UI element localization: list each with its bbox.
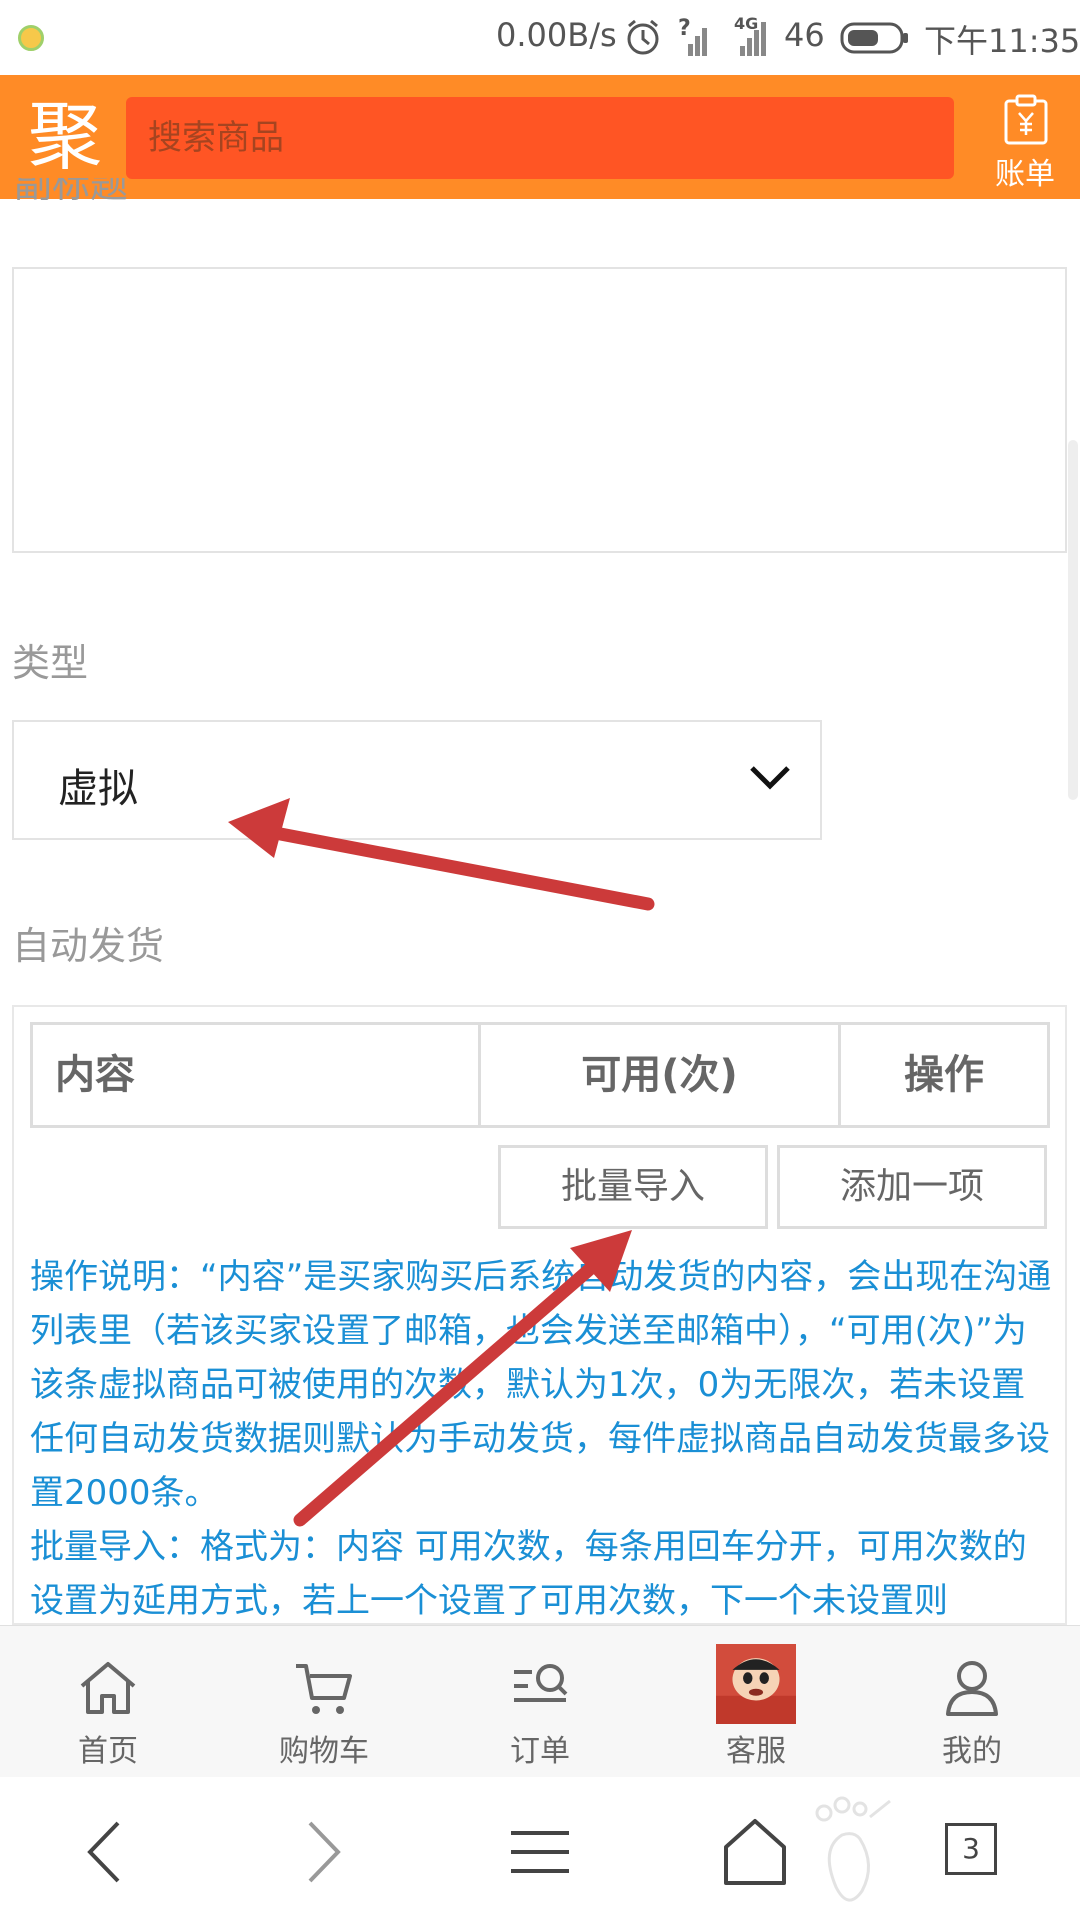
instructions-paragraph: 批量导入：格式为：内容 可用次数，每条用回车分开，可用次数的设置为延用方式，若上… — [30, 1527, 1027, 1621]
alarm-icon — [627, 19, 659, 55]
status-bar: 0.00B/s ? 4G 46 下午11:35 — [0, 0, 1080, 75]
cell-signal-icon: 4G — [734, 14, 766, 56]
tab-orders-label: 订单 — [510, 1734, 570, 1769]
home-nav-icon[interactable] — [710, 1807, 800, 1897]
type-select[interactable]: 虚拟 — [12, 720, 822, 840]
app-logo[interactable]: 聚 — [28, 93, 102, 181]
order-search-icon — [514, 1664, 568, 1702]
bill-icon — [1004, 94, 1048, 145]
bottom-tab-bar: 首页 购物车 订单 客服 我的 — [0, 1625, 1080, 1778]
tab-home-label: 首页 — [78, 1734, 138, 1769]
column-content: 内容 — [33, 1025, 481, 1125]
subtitle-label: 副标题 — [14, 178, 129, 200]
tab-cart-label: 购物车 — [279, 1734, 369, 1769]
bill-button[interactable]: 账单 — [980, 91, 1070, 192]
service-avatar — [716, 1644, 796, 1724]
signal-label: 46 — [784, 16, 825, 54]
bill-label: 账单 — [995, 157, 1055, 192]
instructions-paragraph: 操作说明：“内容”是买家购买后系统自动发货的内容，会出现在沟通列表里（若该买家设… — [30, 1257, 1052, 1513]
search-input[interactable]: 搜索商品 — [126, 97, 954, 179]
browser-nav-bar: 3 — [0, 1777, 1080, 1920]
type-selected-value: 虚拟 — [58, 766, 138, 812]
tab-home[interactable]: 首页 — [0, 1626, 216, 1778]
battery-icon — [840, 22, 908, 54]
user-icon — [946, 1661, 998, 1716]
app-notification-icon — [18, 25, 44, 51]
tab-service-label: 客服 — [726, 1734, 786, 1769]
subtitle-textarea[interactable] — [12, 267, 1067, 553]
batch-import-button[interactable]: 批量导入 — [498, 1145, 768, 1229]
tab-count: 3 — [945, 1823, 997, 1875]
menu-icon[interactable] — [495, 1807, 585, 1897]
back-icon[interactable] — [60, 1807, 150, 1897]
app-header: 聚 搜索商品 账单 — [0, 75, 1080, 199]
home-icon — [80, 1662, 136, 1714]
type-label: 类型 — [12, 641, 89, 685]
add-item-button[interactable]: 添加一项 — [777, 1145, 1047, 1229]
cart-icon — [296, 1664, 352, 1714]
tab-orders[interactable]: 订单 — [432, 1626, 648, 1778]
wifi-signal-icon: ? — [678, 16, 710, 56]
page-scrollbar[interactable] — [1068, 440, 1078, 800]
tab-profile[interactable]: 我的 — [864, 1626, 1080, 1778]
network-speed: 0.00B/s — [496, 16, 617, 54]
auto-delivery-label: 自动发货 — [12, 924, 165, 968]
tabs-button[interactable]: 3 — [925, 1807, 1015, 1897]
forward-icon[interactable] — [278, 1807, 368, 1897]
instructions-text: 操作说明：“内容”是买家购买后系统自动发货的内容，会出现在沟通列表里（若该买家设… — [30, 1250, 1052, 1628]
tab-service[interactable]: 客服 — [648, 1626, 864, 1778]
footprint-watermark-icon — [815, 1796, 891, 1902]
tab-profile-label: 我的 — [942, 1734, 1002, 1769]
auto-delivery-table-header: 内容 可用(次) 操作 — [30, 1022, 1050, 1128]
tab-cart[interactable]: 购物车 — [216, 1626, 432, 1778]
chevron-down-icon — [750, 766, 790, 790]
column-available-times: 可用(次) — [481, 1025, 841, 1125]
column-actions: 操作 — [904, 1052, 984, 1098]
clock: 下午11:35 — [924, 22, 1080, 60]
